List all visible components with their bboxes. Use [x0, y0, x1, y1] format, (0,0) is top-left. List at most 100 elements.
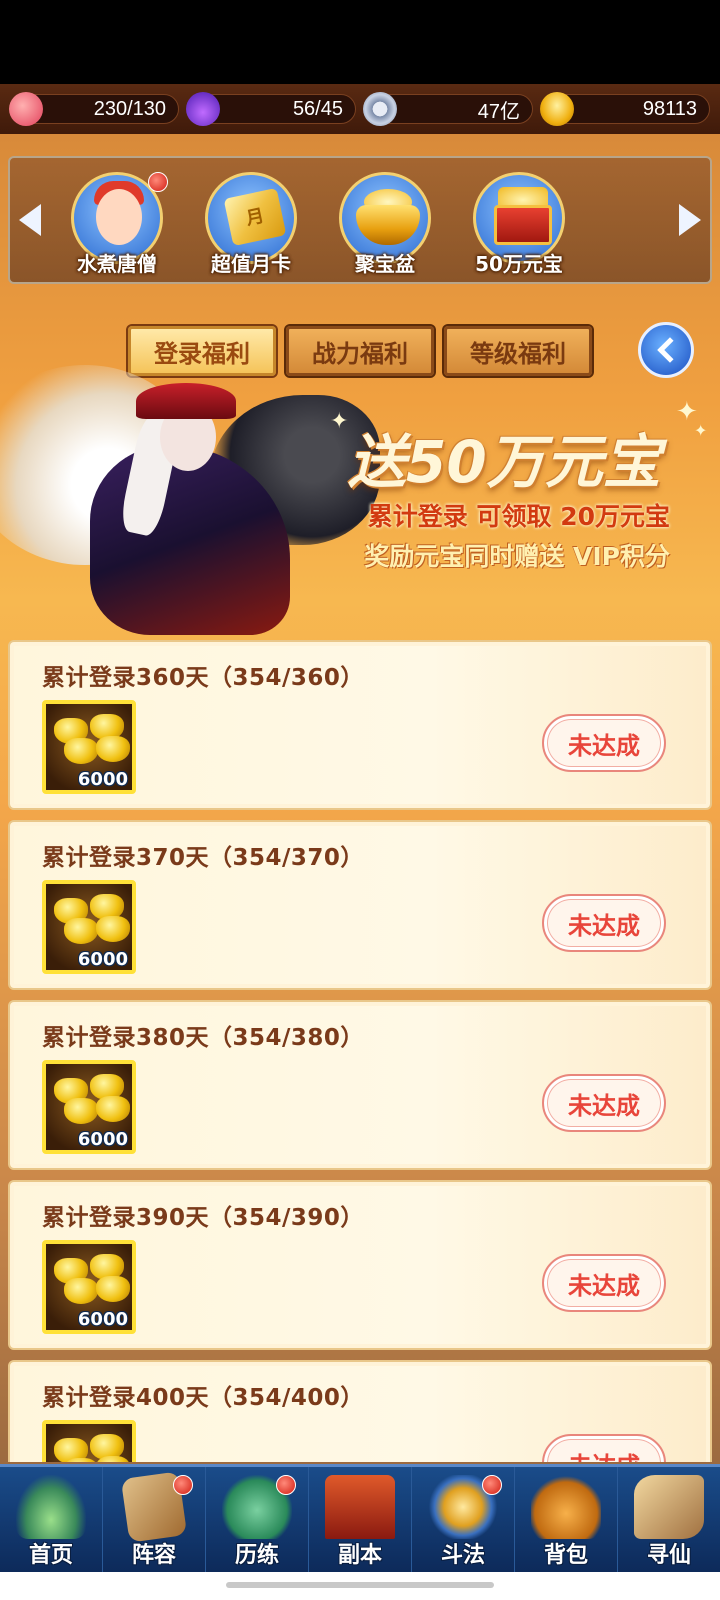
- nugget-shape: [96, 1456, 130, 1462]
- gold-ingot-reward-icon[interactable]: 6000: [42, 1420, 136, 1462]
- nav-label: 阵容: [131, 1543, 176, 1568]
- reward-title: 累计登录380天（354/380）: [42, 1025, 364, 1051]
- reward-title: 累计登录400天（354/400）: [42, 1385, 364, 1411]
- carousel-next-button[interactable]: [672, 196, 708, 244]
- copper-coin-icon: [363, 92, 397, 126]
- notification-dot: [173, 1475, 193, 1495]
- activity-carousel: 水煮唐僧 月 超值月卡 聚宝盆 50万元宝: [8, 156, 712, 284]
- status-area: [0, 0, 720, 84]
- dungeon-icon: [325, 1475, 395, 1539]
- nav-lineup[interactable]: 阵容: [103, 1467, 206, 1572]
- seek-immortal-icon: [634, 1475, 704, 1539]
- resource-value: 98113: [642, 97, 697, 120]
- item-count: 6000: [77, 1129, 128, 1150]
- monk-face-shape: [96, 189, 142, 245]
- nav-label: 历练: [234, 1543, 279, 1568]
- activity-label: 超值月卡: [211, 252, 291, 276]
- home-icon: [16, 1475, 86, 1539]
- tab-login-welfare[interactable]: 登录福利: [128, 326, 276, 376]
- reward-list[interactable]: 累计登录360天（354/360） 6000 未达成 累计登录370天（354/…: [8, 640, 712, 1462]
- peach-icon: [9, 92, 43, 126]
- arrow-left-icon: [19, 204, 41, 236]
- notification-dot: [148, 172, 168, 192]
- reward-card: 累计登录400天（354/400） 6000 未达成: [8, 1360, 712, 1462]
- activity-label: 水煮唐僧: [77, 252, 157, 276]
- notification-dot: [276, 1475, 296, 1495]
- sparkle-icon: ✦: [694, 421, 708, 440]
- item-count: 6000: [77, 1309, 128, 1330]
- back-button[interactable]: [638, 322, 694, 378]
- notification-dot: [482, 1475, 502, 1495]
- gold-ingot-reward-icon[interactable]: 6000: [42, 880, 136, 974]
- promo-banner: ✦ ✦ ✦ 送50万元宝 累计登录 可领取 20万元宝 奖励元宝同时赠送 VIP…: [0, 365, 720, 635]
- home-gesture-handle[interactable]: [226, 1582, 494, 1588]
- card-text: 月: [244, 205, 267, 230]
- carousel-prev-button[interactable]: [12, 196, 48, 244]
- nav-bag[interactable]: 背包: [515, 1467, 618, 1572]
- nav-label: 副本: [337, 1543, 382, 1568]
- spirit-flame-icon: [186, 92, 220, 126]
- gold-ingot-reward-icon[interactable]: 6000: [42, 700, 136, 794]
- activity-label: 聚宝盆: [355, 252, 415, 276]
- bottom-nav: 首页 阵容 历练 副本 斗法 背包 寻仙: [0, 1464, 720, 1572]
- claim-status-button[interactable]: 未达成: [542, 1074, 666, 1132]
- nav-label: 斗法: [440, 1543, 485, 1568]
- activity-tang-monk[interactable]: 水煮唐僧: [62, 172, 172, 282]
- claim-status-button[interactable]: 未达成: [542, 714, 666, 772]
- resource-value: 56/45: [292, 97, 343, 120]
- banner-note: 奖励元宝同时赠送 VIP积分: [364, 542, 670, 571]
- tab-power-welfare[interactable]: 战力福利: [286, 326, 434, 376]
- nav-label: 寻仙: [646, 1543, 691, 1568]
- nugget-shape: [64, 1278, 98, 1304]
- reward-card: 累计登录380天（354/380） 6000 未达成: [8, 1000, 712, 1170]
- nav-training[interactable]: 历练: [206, 1467, 309, 1572]
- reward-card: 累计登录360天（354/360） 6000 未达成: [8, 640, 712, 810]
- sparkle-icon: ✦: [330, 409, 349, 434]
- banner-title: 送50万元宝: [348, 428, 661, 496]
- reward-title: 累计登录360天（354/360）: [42, 665, 364, 691]
- item-count: 6000: [77, 949, 128, 970]
- activity-month-card[interactable]: 月 超值月卡: [196, 172, 306, 282]
- activity-label: 50万元宝: [475, 252, 563, 276]
- nugget-shape: [96, 1276, 130, 1302]
- item-count: 6000: [77, 769, 128, 790]
- nugget-shape: [64, 918, 98, 944]
- claim-status-button[interactable]: 未达成: [542, 1434, 666, 1462]
- reward-card: 累计登录390天（354/390） 6000 未达成: [8, 1180, 712, 1350]
- claim-status-button[interactable]: 未达成: [542, 1254, 666, 1312]
- hero-illustration: [0, 365, 380, 635]
- resource-bar: 230/130 56/45 47亿 98113: [0, 84, 720, 134]
- activity-treasure-bowl[interactable]: 聚宝盆: [330, 172, 440, 282]
- gold-ingot-reward-icon[interactable]: 6000: [42, 1060, 136, 1154]
- nav-home[interactable]: 首页: [0, 1467, 103, 1572]
- resource-value: 47亿: [477, 100, 520, 123]
- nugget-shape: [96, 916, 130, 942]
- nav-seek-immortal[interactable]: 寻仙: [618, 1467, 720, 1572]
- gold-ingot-icon: [540, 92, 574, 126]
- reward-title: 累计登录390天（354/390）: [42, 1205, 364, 1231]
- activity-ingot-chest[interactable]: 50万元宝: [464, 172, 574, 282]
- nav-battle[interactable]: 斗法: [412, 1467, 515, 1572]
- resource-peach[interactable]: 230/130: [9, 92, 179, 126]
- gold-card-shape: 月: [223, 187, 287, 247]
- claim-status-button[interactable]: 未达成: [542, 894, 666, 952]
- gold-ingot-reward-icon[interactable]: 6000: [42, 1240, 136, 1334]
- chevron-left-icon: [657, 337, 683, 363]
- resource-spirit[interactable]: 56/45: [186, 92, 356, 126]
- resource-ingot[interactable]: 98113: [540, 92, 710, 126]
- nav-dungeon[interactable]: 副本: [309, 1467, 412, 1572]
- reward-card: 累计登录370天（354/370） 6000 未达成: [8, 820, 712, 990]
- nav-label: 背包: [543, 1543, 588, 1568]
- system-nav-bar: [0, 1572, 720, 1600]
- tab-level-welfare[interactable]: 等级福利: [444, 326, 592, 376]
- hero-hat-shape: [136, 383, 236, 419]
- bag-icon: [531, 1475, 601, 1539]
- nugget-shape: [64, 1098, 98, 1124]
- resource-value: 230/130: [93, 97, 166, 120]
- nugget-shape: [96, 1096, 130, 1122]
- arrow-right-icon: [679, 204, 701, 236]
- resource-coin[interactable]: 47亿: [363, 92, 533, 126]
- reward-title: 累计登录370天（354/370）: [42, 845, 364, 871]
- bowl-body-shape: [356, 205, 420, 245]
- banner-subtitle: 累计登录 可领取 20万元宝: [367, 502, 670, 531]
